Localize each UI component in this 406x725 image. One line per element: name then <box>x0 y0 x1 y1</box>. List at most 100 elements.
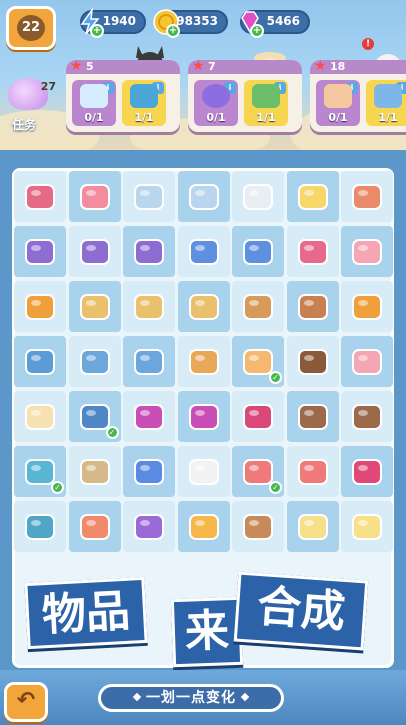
toaster-icon <box>79 349 110 375</box>
board-cell[interactable] <box>14 281 66 332</box>
order-slot[interactable]: i 0/1 <box>316 80 360 126</box>
tent-icon <box>25 239 55 265</box>
energy-counter[interactable]: + 1940 <box>80 8 146 38</box>
board-cell[interactable] <box>14 501 66 552</box>
order-card[interactable]: ★ 18 i 0/1 i 1/1 <box>310 58 406 132</box>
purse-icon <box>297 239 328 265</box>
board-cell[interactable] <box>341 336 393 387</box>
board-cell[interactable] <box>123 336 175 387</box>
board-cell[interactable] <box>232 226 284 277</box>
order-slot[interactable]: i 0/1 <box>72 80 116 126</box>
board-cell[interactable]: ✓ <box>232 336 284 387</box>
check-icon: ✓ <box>269 481 282 494</box>
dress-icon <box>25 404 55 430</box>
board-cell[interactable] <box>177 391 230 442</box>
diamond-icon <box>132 692 142 702</box>
board-cell[interactable] <box>14 391 66 442</box>
board-cell[interactable] <box>286 226 339 277</box>
board-cell[interactable] <box>286 171 339 222</box>
board-cell[interactable] <box>177 446 230 497</box>
board-cell[interactable] <box>177 226 230 277</box>
board-cell[interactable] <box>123 226 175 277</box>
board-cell[interactable] <box>68 336 121 387</box>
board-cell[interactable] <box>123 391 175 442</box>
spyglass-icon <box>25 514 55 540</box>
board-cell[interactable] <box>68 446 121 497</box>
board-cell[interactable] <box>341 501 393 552</box>
order-header <box>188 60 302 74</box>
tagline-text: 一划一点变化 <box>146 690 236 706</box>
bracelet-icon <box>134 404 164 430</box>
teapot-icon <box>188 294 219 320</box>
board-cell[interactable] <box>286 446 339 497</box>
board-cell[interactable] <box>14 226 66 277</box>
diamond-icon <box>240 692 250 702</box>
gem-counter[interactable]: + 5466 <box>240 10 310 38</box>
board-cell[interactable] <box>14 171 66 222</box>
board-cell[interactable] <box>286 336 339 387</box>
board-cell[interactable] <box>123 281 175 332</box>
board-cell[interactable] <box>14 336 66 387</box>
board-cell[interactable] <box>123 171 175 222</box>
board-cell[interactable] <box>341 391 393 442</box>
board-cell[interactable] <box>341 226 393 277</box>
crystal-icon <box>243 239 273 265</box>
tea-set-icon <box>134 294 164 320</box>
fridge-icon <box>188 184 219 210</box>
check-icon: ✓ <box>105 426 119 439</box>
board-cell[interactable] <box>341 281 393 332</box>
check-icon: ✓ <box>51 481 64 494</box>
shopping-cart-icon <box>25 184 55 210</box>
back-arrow-button[interactable]: ↶ <box>4 682 48 722</box>
notebook-icon <box>252 84 280 108</box>
board-cell[interactable]: ✓ <box>232 446 284 497</box>
board-cell[interactable] <box>286 391 339 442</box>
bread-tray-icon <box>25 294 55 320</box>
board-cell[interactable] <box>68 171 121 222</box>
add-gems-button[interactable]: + <box>250 24 264 38</box>
board-cell[interactable] <box>177 336 230 387</box>
check-icon: ✓ <box>269 371 282 384</box>
order-slot[interactable]: i 1/1 <box>244 80 288 126</box>
slot-count: 0/1 <box>328 111 348 124</box>
latte-icon <box>243 514 273 540</box>
board-cell[interactable] <box>232 281 284 332</box>
order-card[interactable]: ★ 7 i 0/1 i 1/1 <box>188 58 302 132</box>
board-cell[interactable] <box>341 171 393 222</box>
board-cell[interactable] <box>123 446 175 497</box>
board-cell[interactable] <box>232 501 284 552</box>
gift-box-icon <box>134 514 164 540</box>
board-cell[interactable] <box>232 171 284 222</box>
slot-count: 1/1 <box>134 111 154 124</box>
board-cell[interactable] <box>177 281 230 332</box>
order-slot[interactable]: i 0/1 <box>194 80 238 126</box>
order-card[interactable]: ★ 5 i 0/1 i 1/1 <box>66 58 180 132</box>
board-cell[interactable]: ✓ <box>68 391 121 442</box>
yellow-cat-icon <box>297 184 328 210</box>
board-cell[interactable] <box>68 281 121 332</box>
board-cell[interactable] <box>177 501 230 552</box>
board-cell[interactable] <box>177 171 230 222</box>
board-cell[interactable] <box>286 281 339 332</box>
board-cell[interactable] <box>68 226 121 277</box>
crystal-rock-icon <box>297 404 328 430</box>
board-cell[interactable]: ✓ <box>14 446 66 497</box>
back-arrow-icon: ↶ <box>16 688 36 713</box>
board-cell[interactable] <box>232 391 284 442</box>
order-slot[interactable]: i 1/1 <box>366 80 406 126</box>
level-badge[interactable]: 22 <box>6 6 56 50</box>
bag-icon <box>130 84 158 108</box>
star-icon: ★ <box>70 58 83 74</box>
tent-icon <box>79 239 110 265</box>
boots-icon <box>79 459 110 485</box>
coin-counter[interactable]: + 98353 <box>153 9 228 38</box>
slot-count: 0/1 <box>84 111 104 124</box>
board-cell[interactable] <box>286 501 339 552</box>
order-slot[interactable]: i 1/1 <box>122 80 166 126</box>
quest-button[interactable]: 27 任务 <box>4 72 56 138</box>
board-cell[interactable] <box>341 446 393 497</box>
bracelet-icon <box>188 404 219 430</box>
board-cell[interactable] <box>123 501 175 552</box>
board-cell[interactable] <box>68 501 121 552</box>
tagline-pill: 一划一点变化 <box>98 684 284 712</box>
